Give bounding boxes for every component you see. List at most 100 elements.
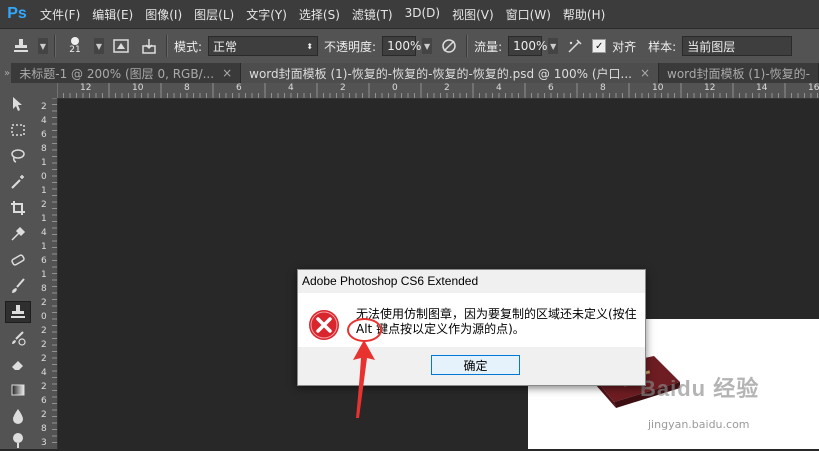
tab-list: 未标题-1 @ 200% (图层 0, RGB/... × word封面模板 (1)… xyxy=(11,63,819,83)
align-checkbox[interactable]: ✓ xyxy=(592,39,607,53)
menu-item[interactable]: 选择(S) xyxy=(293,6,346,23)
ruler-left-label: 1 xyxy=(41,214,47,224)
ruler-top-label: 16 xyxy=(808,83,819,93)
move-tool-icon[interactable] xyxy=(5,93,31,115)
opacity-dropdown-arrow[interactable]: ▼ xyxy=(422,38,433,54)
sample-label: 样本: xyxy=(648,39,677,54)
ruler-left-label: 0 xyxy=(41,172,47,182)
menu-bar: Ps 文件(F) 编辑(E) 图像(I) 图层(L) 文字(Y) 选择(S) 滤镜(T) 3D… xyxy=(0,0,819,28)
tab-document[interactable]: word封面模板 (1)-恢复的-恢复的-恢复的-恢复的.psd @ 100% … xyxy=(241,63,660,83)
menu-item[interactable]: 视图(V) xyxy=(446,6,500,23)
ruler-left-label: 1 xyxy=(41,270,47,280)
menu-item[interactable]: 文字(Y) xyxy=(240,6,293,23)
blur-tool-icon[interactable] xyxy=(5,405,31,427)
flow-dropdown-arrow[interactable]: ▼ xyxy=(548,38,559,54)
brush-dot-icon xyxy=(71,37,79,45)
annotation-arrow-icon xyxy=(353,340,375,418)
clone-stamp-tool-icon[interactable] xyxy=(5,301,31,323)
horizontal-ruler[interactable]: 1210864202468101214161820 xyxy=(57,83,819,99)
airbrush-icon[interactable] xyxy=(564,35,586,57)
ruler-left-label: 2 xyxy=(41,410,47,420)
ruler-left-label: 3 xyxy=(41,438,47,448)
healing-brush-tool-icon[interactable] xyxy=(5,249,31,271)
ruler-top-label: 8 xyxy=(184,83,190,93)
pressure-opacity-icon[interactable] xyxy=(438,35,460,57)
tab-label: word封面模板 (1)-恢复的- xyxy=(667,66,810,81)
ruler-top-label: 6 xyxy=(236,83,242,93)
lasso-tool-icon[interactable] xyxy=(5,145,31,167)
photoshop-logo: Ps xyxy=(7,5,27,22)
dialog-message-line1: 无法使用仿制图章，因为要复制的区域还未定义(按住 xyxy=(356,307,637,321)
sample-select[interactable]: 当前图层 xyxy=(682,36,793,56)
watermark-text: Baidu 经验 xyxy=(640,376,760,401)
ruler-left-label: 4 xyxy=(41,228,47,238)
ruler-top-label: 2 xyxy=(444,83,450,93)
updown-icon: ⬍ xyxy=(306,41,314,51)
error-icon xyxy=(308,309,340,341)
ok-button[interactable]: 确定 xyxy=(431,355,520,375)
menu-item[interactable]: 图像(I) xyxy=(139,6,188,23)
eraser-tool-icon[interactable] xyxy=(5,353,31,375)
baidu-watermark: Baidu 经验 jingyan.baidu.com xyxy=(640,371,815,441)
menu-item[interactable]: 图层(L) xyxy=(188,6,240,23)
tab-label: word封面模板 (1)-恢复的-恢复的-恢复的-恢复的.psd @ 100% … xyxy=(249,66,632,81)
mode-value: 正常 xyxy=(213,39,238,54)
tool-options-bar: ▼ 21 ▼ 模式: 正常 ⬍ 不透明度: 100% ▼ 流量: 100% ▼ … xyxy=(0,28,819,63)
preset-dropdown-arrow[interactable]: ▼ xyxy=(38,38,48,54)
mode-select[interactable]: 正常 ⬍ xyxy=(208,36,319,56)
ruler-top-label: 0 xyxy=(392,83,398,93)
opacity-label: 不透明度: xyxy=(324,39,377,54)
marquee-tool-icon[interactable] xyxy=(5,119,31,141)
menu-item[interactable]: 文件(F) xyxy=(34,6,86,23)
ruler-left-label: 1 xyxy=(41,242,47,252)
ruler-top-label: 6 xyxy=(548,83,554,93)
ruler-left-label: 4 xyxy=(41,368,47,378)
menu-item[interactable]: 滤镜(T) xyxy=(346,6,399,23)
vertical-ruler[interactable]: 2468101214161820222426283 xyxy=(38,98,58,449)
opacity-input[interactable]: 100% xyxy=(382,36,421,56)
toolbox xyxy=(0,83,39,449)
clone-source-panel-icon[interactable] xyxy=(138,35,160,57)
document-tabs: » 未标题-1 @ 200% (图层 0, RGB/... × word封面模板 (… xyxy=(0,63,819,83)
ruler-top-label: 12 xyxy=(704,83,716,93)
ruler-left-label: 2 xyxy=(41,298,47,308)
dialog-message-line2: Alt 键点按以定义作为源的点)。 xyxy=(356,322,525,336)
flow-label: 流量: xyxy=(474,39,503,54)
ruler-top-label: 10 xyxy=(132,83,144,93)
ruler-left-label: 2 xyxy=(41,382,47,392)
brush-panel-icon[interactable] xyxy=(110,35,132,57)
clone-stamp-preset-icon[interactable] xyxy=(10,35,32,57)
crop-tool-icon[interactable] xyxy=(5,197,31,219)
brush-tool-icon[interactable] xyxy=(5,275,31,297)
ruler-left-label: 1 xyxy=(41,186,47,196)
brush-dropdown-arrow[interactable]: ▼ xyxy=(94,38,104,54)
tab-close-icon[interactable]: × xyxy=(640,66,650,80)
gradient-tool-icon[interactable] xyxy=(5,379,31,401)
eyedropper-tool-icon[interactable] xyxy=(5,223,31,245)
ruler-top-label: 4 xyxy=(288,83,294,93)
menu-item[interactable]: 窗口(W) xyxy=(500,6,557,23)
tab-document[interactable]: 未标题-1 @ 200% (图层 0, RGB/... × xyxy=(11,63,242,83)
tab-document[interactable]: word封面模板 (1)-恢复的- xyxy=(659,63,819,83)
menu-item[interactable]: 帮助(H) xyxy=(557,6,611,23)
ruler-left-label: 2 xyxy=(41,354,47,364)
ruler-left-label: 6 xyxy=(41,130,47,140)
align-label: 对齐 xyxy=(612,39,637,54)
brush-size-picker[interactable]: 21 xyxy=(62,33,88,59)
dialog-message: 无法使用仿制图章，因为要复制的区域还未定义(按住 Alt 键点按以定义作为源的点… xyxy=(356,307,640,337)
dodge-tool-icon[interactable] xyxy=(5,429,31,451)
ruler-top-label: 2 xyxy=(340,83,346,93)
tab-close-icon[interactable]: × xyxy=(222,66,232,80)
menu-item[interactable]: 3D(D) xyxy=(399,6,446,23)
flow-value: 100% xyxy=(513,39,548,53)
ruler-left-label: 1 xyxy=(41,158,47,168)
collapse-panels-icon[interactable]: » xyxy=(0,63,12,83)
magic-wand-tool-icon[interactable] xyxy=(5,171,31,193)
flow-input[interactable]: 100% xyxy=(508,36,547,56)
menu-items: 文件(F) 编辑(E) 图像(I) 图层(L) 文字(Y) 选择(S) 滤镜(T) 3D(D)… xyxy=(34,6,611,23)
mode-label: 模式: xyxy=(174,39,203,54)
ruler-top-label: 8 xyxy=(600,83,606,93)
menu-item[interactable]: 编辑(E) xyxy=(86,6,139,23)
history-brush-tool-icon[interactable] xyxy=(5,327,31,349)
sample-value: 当前图层 xyxy=(687,39,736,54)
